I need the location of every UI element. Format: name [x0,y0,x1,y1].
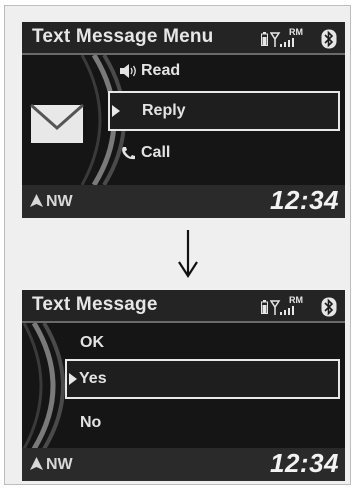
menu-item-read[interactable]: Read [119,59,180,83]
bottom-bar: NW 12:34 [22,448,345,481]
down-arrow-icon [178,230,198,279]
text-message-menu-screen: Text Message Menu RM Read Reply Call NW … [22,22,345,218]
battery-icon [261,32,268,46]
menu-content: Read Reply Call [22,55,345,185]
screen-title: Text Message Menu [32,26,214,47]
bottom-bar: NW 12:34 [22,185,345,218]
battery-icon [261,300,268,314]
menu-content: OK Yes No [22,323,345,449]
heading-label: NW [46,193,73,210]
compass-heading: NW [30,456,73,474]
clock: 12:34 [270,185,339,215]
option-yes[interactable]: Yes [65,359,340,399]
phone-icon [122,147,135,160]
roaming-indicator: RM [289,27,303,37]
selection-pointer-icon [69,373,77,385]
text-message-screen: Text Message RM OK Yes No NW 12:34 [22,290,345,481]
nav-arrow-icon [30,457,43,470]
menu-item-label: Reply [142,102,186,119]
option-no[interactable]: No [80,411,101,435]
speaker-icon [120,64,136,78]
option-label: Yes [79,370,107,387]
status-area: RM [261,295,337,318]
menu-item-reply[interactable]: Reply [108,91,340,131]
status-area: RM [261,27,337,50]
roaming-indicator: RM [289,295,303,305]
nav-arrow-icon [30,194,43,207]
title-bar: Text Message Menu RM [22,22,345,55]
heading-label: NW [46,456,73,473]
title-bar: Text Message RM [22,290,345,323]
figure-frame: Text Message Menu RM Read Reply Call NW … [4,5,351,485]
bluetooth-icon [321,29,337,49]
clock: 12:34 [270,448,339,478]
option-ok[interactable]: OK [80,331,104,355]
compass-heading: NW [30,193,73,211]
bluetooth-icon [321,297,337,317]
selection-pointer-icon [112,105,120,117]
screen-title: Text Message [32,294,158,315]
menu-item-call[interactable]: Call [119,141,170,165]
envelope-icon [30,104,84,143]
